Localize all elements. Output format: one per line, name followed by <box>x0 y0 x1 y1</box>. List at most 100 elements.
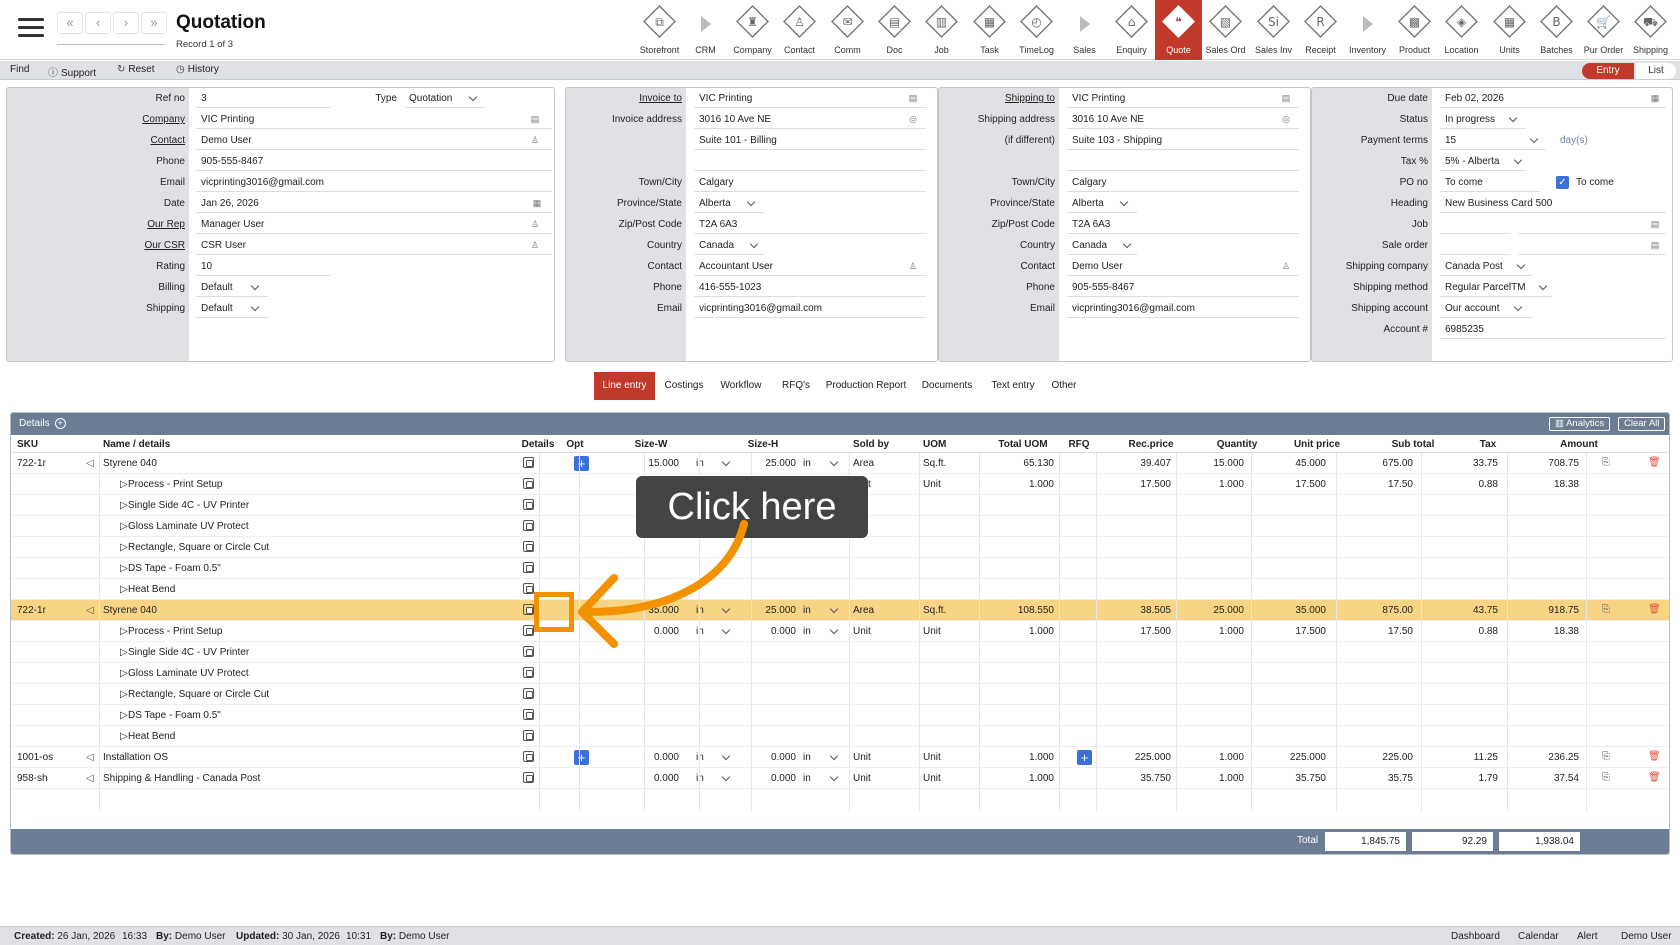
document-icon[interactable]: ▤ <box>1650 240 1660 250</box>
chevron-down-icon[interactable] <box>250 281 260 291</box>
tax-select[interactable]: 5% - Alberta <box>1445 156 1499 167</box>
tab-production-report[interactable]: Production Report <box>820 372 912 400</box>
module-crm[interactable]: CRM <box>682 0 729 60</box>
phone-value[interactable]: 905-555-8467 <box>201 156 263 167</box>
collapse-toggle-icon[interactable]: ◁ <box>86 458 94 469</box>
date-value[interactable]: Jan 26, 2026 <box>201 198 259 209</box>
shipping-account-select[interactable]: Our account <box>1445 303 1499 314</box>
chevron-down-icon[interactable] <box>1122 239 1132 249</box>
module-sales-inv[interactable]: Si Sales Inv <box>1250 0 1297 60</box>
person-icon[interactable]: ♙ <box>530 219 540 229</box>
module-sales-ord[interactable]: ▧ Sales Ord <box>1202 0 1249 60</box>
find-button[interactable]: Find <box>10 64 29 75</box>
duplicate-icon[interactable]: ⎘ <box>1602 457 1610 468</box>
details-icon[interactable] <box>523 625 534 636</box>
tab-rfq-s[interactable]: RFQ's <box>775 372 817 400</box>
expand-toggle-icon[interactable]: ▷ <box>120 710 128 721</box>
expand-toggle-icon[interactable]: ▷ <box>120 668 128 679</box>
chevron-down-icon[interactable] <box>1508 113 1518 123</box>
col-quantity[interactable]: Quantity <box>1217 439 1258 450</box>
expand-toggle-icon[interactable]: ▷ <box>120 542 128 553</box>
billing-select[interactable]: Default <box>201 282 233 293</box>
expand-toggle-icon[interactable]: ▷ <box>120 626 128 637</box>
col-sku[interactable]: SKU <box>17 439 38 450</box>
expand-toggle-icon[interactable]: ▷ <box>120 689 128 700</box>
to-come-checkbox[interactable]: ✓ <box>1556 176 1569 189</box>
clear-all-button[interactable]: Clear All <box>1618 417 1666 431</box>
person-icon[interactable]: ♙ <box>530 240 540 250</box>
col-rfq[interactable]: RFQ <box>1068 439 1089 450</box>
module-company[interactable]: ♜ Company <box>729 0 776 60</box>
expand-toggle-icon[interactable]: ▷ <box>120 731 128 742</box>
details-icon[interactable] <box>523 562 534 573</box>
expand-toggle-icon[interactable]: ▷ <box>120 500 128 511</box>
province-select[interactable]: Alberta <box>1072 198 1104 209</box>
location-pin-icon[interactable]: ◎ <box>908 114 918 124</box>
module-contact[interactable]: ♙ Contact <box>776 0 823 60</box>
duplicate-icon[interactable]: ⎘ <box>1602 772 1610 783</box>
module-units[interactable]: ▦ Units <box>1486 0 1533 60</box>
document-icon[interactable]: ▤ <box>530 114 540 124</box>
duplicate-icon[interactable]: ⎘ <box>1602 604 1610 615</box>
zip-value[interactable]: T2A 6A3 <box>699 219 737 230</box>
calendar-icon[interactable]: ▦ <box>532 198 542 208</box>
delete-icon[interactable]: 🗑 <box>1648 604 1661 615</box>
details-icon[interactable] <box>523 499 534 510</box>
tab-list[interactable]: List <box>1636 63 1676 79</box>
details-icon[interactable] <box>523 772 534 783</box>
module-inventory[interactable]: Inventory <box>1344 0 1391 60</box>
details-icon[interactable] <box>523 541 534 552</box>
module-enquiry[interactable]: ⌂ Enquiry <box>1108 0 1155 60</box>
email-value[interactable]: vicprinting3016@gmail.com <box>699 303 822 314</box>
invoice-to-value[interactable]: VIC Printing <box>699 93 752 104</box>
shipping-select[interactable]: Default <box>201 303 233 314</box>
module-quote[interactable]: ❝ Quote <box>1155 0 1202 60</box>
details-icon[interactable] <box>523 478 534 489</box>
option-add-button[interactable]: + <box>574 456 589 471</box>
module-pur-order[interactable]: 🛒 Pur Order <box>1580 0 1627 60</box>
csr-value[interactable]: CSR User <box>201 240 246 251</box>
invoice-to-label[interactable]: Invoice to <box>566 93 682 104</box>
shipping-to-label[interactable]: Shipping to <box>939 93 1055 104</box>
module-comm[interactable]: ✉ Comm <box>824 0 871 60</box>
delete-icon[interactable]: 🗑 <box>1648 457 1661 468</box>
expand-toggle-icon[interactable]: ▷ <box>120 479 128 490</box>
chevron-down-icon[interactable] <box>1516 260 1526 270</box>
status-select[interactable]: In progress <box>1445 114 1495 125</box>
expand-toggle-icon[interactable]: ▷ <box>120 647 128 658</box>
last-record-button[interactable]: » <box>141 12 167 34</box>
company-value[interactable]: VIC Printing <box>201 114 254 125</box>
delete-icon[interactable]: 🗑 <box>1648 772 1661 783</box>
document-icon[interactable]: ▤ <box>908 93 918 103</box>
module-storefront[interactable]: ⧉ Storefront <box>636 0 683 60</box>
module-task[interactable]: ▦ Task <box>966 0 1013 60</box>
heading-value[interactable]: New Business Card 500 <box>1445 198 1552 209</box>
tab-other[interactable]: Other <box>1048 372 1080 400</box>
duplicate-icon[interactable]: ⎘ <box>1602 751 1610 762</box>
module-job[interactable]: ▥ Job <box>918 0 965 60</box>
chevron-down-icon[interactable] <box>829 604 839 614</box>
details-icon[interactable] <box>523 751 534 762</box>
shipping-company-select[interactable]: Canada Post <box>1445 261 1503 272</box>
module-doc[interactable]: ▤ Doc <box>871 0 918 60</box>
col-size-w[interactable]: Size-W <box>635 439 668 450</box>
rep-value[interactable]: Manager User <box>201 219 264 230</box>
type-select[interactable]: Quotation <box>409 93 452 104</box>
zip-value[interactable]: T2A 6A3 <box>1072 219 1110 230</box>
col-sold-by[interactable]: Sold by <box>853 439 889 450</box>
chevron-down-icon[interactable] <box>829 751 839 761</box>
phone-value[interactable]: 416-555-1023 <box>699 282 761 293</box>
module-product[interactable]: ▩ Product <box>1391 0 1438 60</box>
phone-value[interactable]: 905-555-8467 <box>1072 282 1134 293</box>
rating-value[interactable]: 10 <box>201 261 212 272</box>
document-icon[interactable]: ▤ <box>1281 93 1291 103</box>
account-number-value[interactable]: 6985235 <box>1445 324 1484 335</box>
col-opt[interactable]: Opt <box>566 439 583 450</box>
col-total-uom[interactable]: Total UOM <box>998 439 1047 450</box>
location-pin-icon[interactable]: ◎ <box>1281 114 1291 124</box>
collapse-toggle-icon[interactable]: ◁ <box>86 773 94 784</box>
chevron-down-icon[interactable] <box>829 772 839 782</box>
contact-value[interactable]: Accountant User <box>699 261 773 272</box>
details-icon[interactable] <box>523 667 534 678</box>
country-select[interactable]: Canada <box>699 240 734 251</box>
